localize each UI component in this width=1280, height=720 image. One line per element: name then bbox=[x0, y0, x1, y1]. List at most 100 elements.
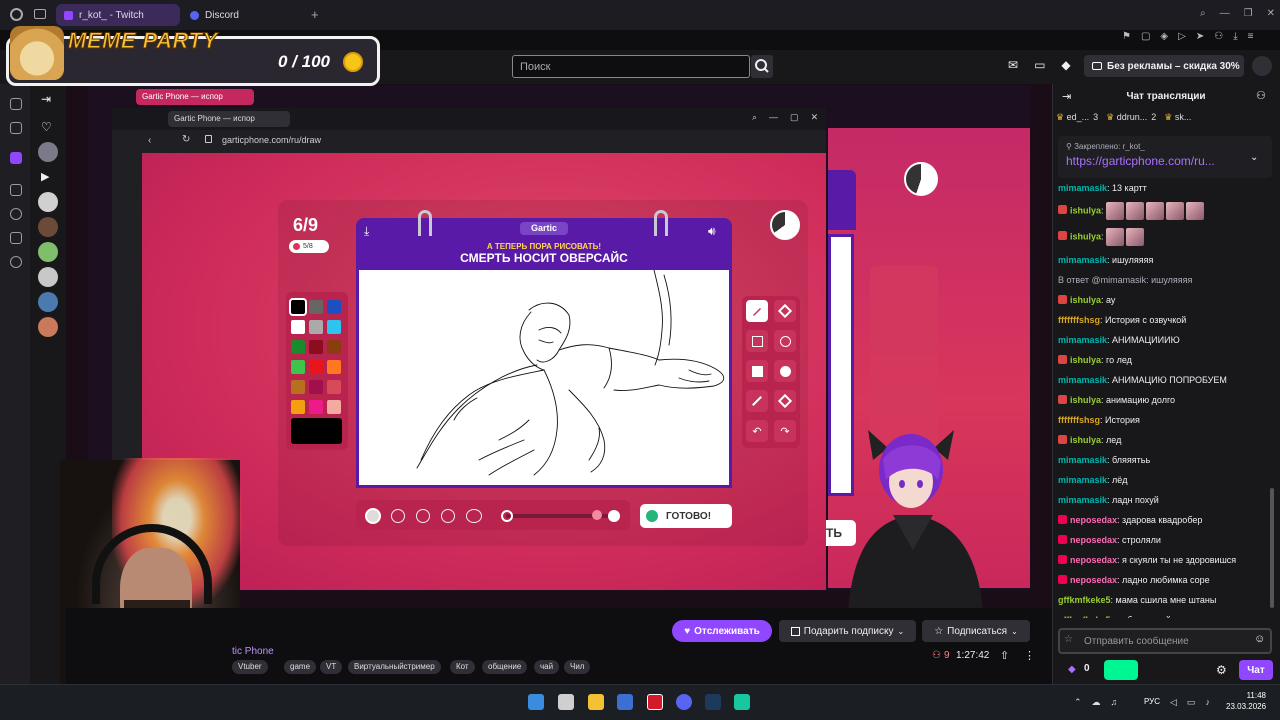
brush-size-5[interactable] bbox=[466, 509, 482, 523]
sound-icon[interactable]: 🔊︎ bbox=[708, 224, 716, 239]
tab-twitch[interactable]: r_kot_ - Twitch bbox=[56, 4, 180, 26]
heart-icon[interactable]: ♡ bbox=[41, 120, 52, 134]
browser-logo-icon[interactable] bbox=[10, 8, 23, 21]
file-explorer-icon[interactable] bbox=[588, 694, 604, 710]
close-icon[interactable]: ✕ bbox=[811, 112, 819, 123]
emote-icon[interactable] bbox=[1166, 202, 1185, 220]
user-badge-icon[interactable] bbox=[1058, 205, 1067, 215]
color-swatch[interactable] bbox=[309, 380, 323, 394]
color-swatch[interactable] bbox=[291, 380, 305, 394]
tab-list-icon[interactable] bbox=[34, 9, 46, 19]
stream-tag[interactable]: Кот bbox=[450, 660, 475, 674]
screenshot-icon[interactable]: ▢ bbox=[1141, 31, 1150, 42]
filled-rectangle-tool-button[interactable] bbox=[746, 360, 768, 382]
sidebar-app-icon[interactable] bbox=[10, 122, 22, 134]
speaker-icon[interactable]: ♪ bbox=[1205, 697, 1210, 708]
chat-username[interactable]: mimamasik bbox=[1058, 335, 1107, 345]
fill-tool-button[interactable] bbox=[774, 390, 796, 412]
sidebar-extensions-icon[interactable] bbox=[10, 232, 22, 244]
language-indicator[interactable]: РУС bbox=[1144, 697, 1160, 706]
chat-users-icon[interactable]: ⚇ bbox=[1256, 89, 1266, 102]
opacity-slider-thumb[interactable] bbox=[592, 510, 602, 520]
start-icon[interactable] bbox=[528, 694, 544, 710]
discord-taskbar-icon[interactable] bbox=[676, 694, 692, 710]
mic-icon[interactable]: ♫ bbox=[1111, 697, 1118, 708]
search-tabs-icon[interactable]: ⌕ bbox=[1200, 8, 1206, 19]
reload-icon[interactable]: ↻ bbox=[182, 134, 190, 145]
user-badge-icon[interactable] bbox=[1058, 575, 1067, 584]
minimize-icon[interactable]: — bbox=[1220, 8, 1230, 19]
color-swatch[interactable] bbox=[309, 320, 323, 334]
sidebar-app-icon[interactable] bbox=[10, 184, 22, 196]
chat-username[interactable]: ishulya bbox=[1070, 205, 1101, 215]
subscribe-button[interactable]: ☆ Подписаться ⌄ bbox=[922, 620, 1030, 642]
user-badge-icon[interactable] bbox=[1058, 435, 1067, 444]
color-swatch[interactable] bbox=[291, 340, 305, 354]
color-swatch[interactable] bbox=[291, 400, 305, 414]
settings-gear-icon[interactable]: ⚙ bbox=[1216, 663, 1227, 677]
top-chatter-chip[interactable]: ♛ ed_... 3 bbox=[1056, 112, 1098, 128]
channel-avatar[interactable] bbox=[38, 292, 58, 312]
chat-username[interactable]: mimamasik bbox=[1058, 495, 1107, 505]
chat-username[interactable]: gffkmfkeke5 bbox=[1058, 615, 1111, 618]
maximize-icon[interactable]: ❐ bbox=[1244, 8, 1253, 19]
channel-avatar[interactable] bbox=[38, 242, 58, 262]
color-swatch[interactable] bbox=[309, 400, 323, 414]
user-badge-icon[interactable] bbox=[1058, 535, 1067, 544]
chat-username[interactable]: neposedax bbox=[1070, 555, 1117, 565]
task-view-icon[interactable] bbox=[558, 694, 574, 710]
brush-size-1[interactable] bbox=[365, 508, 381, 524]
chat-username[interactable]: gffkmfkeke5 bbox=[1058, 595, 1111, 605]
color-swatch[interactable] bbox=[289, 298, 307, 316]
emote-icon[interactable] bbox=[1106, 228, 1125, 246]
user-badge-icon[interactable] bbox=[1058, 295, 1067, 304]
sidebar-history-icon[interactable] bbox=[10, 208, 22, 220]
whispers-icon[interactable]: ▭ bbox=[1034, 58, 1045, 72]
channel-avatar[interactable] bbox=[38, 267, 58, 287]
chat-input[interactable]: Отправить сообщение bbox=[1058, 628, 1272, 654]
chat-username[interactable]: neposedax bbox=[1070, 575, 1117, 585]
cloud-icon[interactable]: ☁ bbox=[1092, 697, 1101, 708]
chat-username[interactable]: ishulya bbox=[1070, 355, 1101, 365]
chat-scrollbar[interactable] bbox=[1270, 488, 1274, 608]
emote-icon[interactable] bbox=[1146, 202, 1165, 220]
search-button[interactable] bbox=[751, 55, 773, 78]
chat-username[interactable]: mimamasik bbox=[1058, 475, 1107, 485]
stream-tag[interactable]: game bbox=[284, 660, 317, 674]
stream-tag[interactable]: Vtuber bbox=[232, 660, 268, 674]
sidebar-app-icon[interactable] bbox=[10, 98, 22, 110]
user-badge-icon[interactable] bbox=[1058, 395, 1067, 404]
chat-username[interactable]: ishulya bbox=[1070, 435, 1101, 445]
color-swatch[interactable] bbox=[309, 300, 323, 314]
channel-avatar[interactable] bbox=[38, 217, 58, 237]
chat-username[interactable]: neposedax bbox=[1070, 515, 1117, 525]
sidebar-settings-icon[interactable] bbox=[10, 256, 22, 268]
brush-size-2[interactable] bbox=[391, 509, 405, 523]
steam-icon[interactable] bbox=[705, 694, 721, 710]
new-tab-button[interactable]: + bbox=[311, 7, 319, 22]
network-icon[interactable]: ▭ bbox=[1187, 697, 1196, 708]
chat-username[interactable]: ishulya bbox=[1070, 231, 1101, 241]
emote-icon[interactable] bbox=[1126, 202, 1145, 220]
rectangle-tool-button[interactable] bbox=[746, 330, 768, 352]
user-badge-icon[interactable] bbox=[1058, 231, 1067, 241]
channel-points[interactable]: 0 bbox=[1084, 663, 1090, 674]
share-icon[interactable]: ⇧ bbox=[1000, 649, 1009, 662]
chat-settings-icon[interactable]: ☆ bbox=[1064, 634, 1073, 645]
chevron-up-icon[interactable]: ⌃ bbox=[1074, 697, 1082, 708]
gift-sub-button[interactable]: Подарить подписку ⌄ bbox=[779, 620, 916, 642]
download-icon[interactable]: ⤓ bbox=[1233, 31, 1237, 42]
color-swatch[interactable] bbox=[327, 360, 341, 374]
user-badge-icon[interactable] bbox=[1058, 515, 1067, 524]
color-swatch[interactable] bbox=[291, 360, 305, 374]
channel-avatar[interactable] bbox=[38, 142, 58, 162]
collapse-sidebar-icon[interactable]: ⇥ bbox=[41, 92, 51, 106]
minimize-icon[interactable]: — bbox=[769, 112, 778, 123]
search-input[interactable]: Поиск bbox=[512, 55, 750, 78]
clock[interactable]: 11:48 23.03.2026 bbox=[1226, 690, 1266, 712]
play-icon[interactable]: ▷ bbox=[1178, 31, 1186, 42]
chat-username[interactable]: mimamasik bbox=[1058, 455, 1107, 465]
line-tool-button[interactable] bbox=[746, 390, 768, 412]
undo-button[interactable]: ↶ bbox=[746, 420, 768, 442]
url-field[interactable]: garticphone.com/ru/draw bbox=[222, 135, 321, 145]
